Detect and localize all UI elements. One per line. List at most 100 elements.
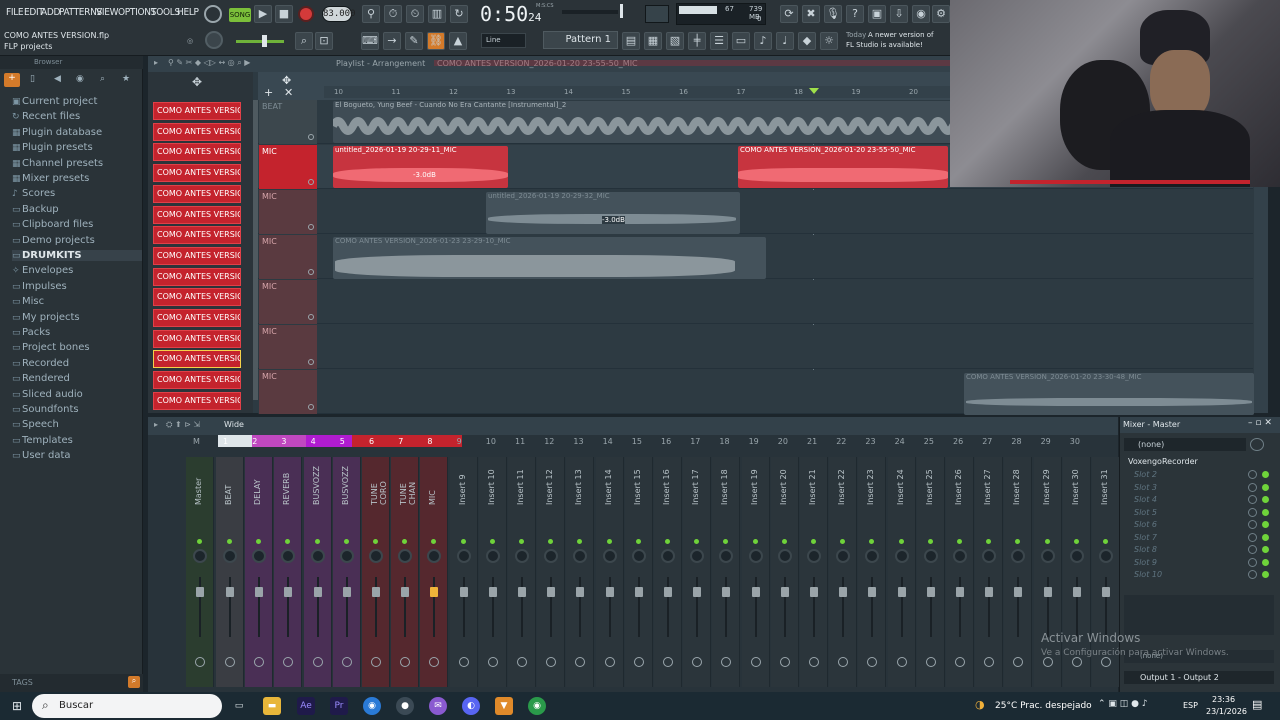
mixer-volume-fader[interactable] <box>810 587 818 597</box>
mixer-volume-fader[interactable] <box>634 587 643 597</box>
mixer-mute-led[interactable] <box>957 539 962 544</box>
mixer-pan-knob[interactable] <box>836 549 851 563</box>
pattern-clip-item[interactable]: COMO ANTES VERSION_20... <box>153 184 241 203</box>
mixer-strip[interactable]: Insert 9 <box>449 457 478 687</box>
settings-icon[interactable]: ⚙ <box>932 5 950 23</box>
mixer-volume-fader[interactable] <box>1072 587 1081 597</box>
zoom-icon[interactable]: ⌕ <box>295 32 313 50</box>
add-track-icon[interactable]: + <box>264 86 273 99</box>
track-mute-icon[interactable] <box>308 269 314 275</box>
effect-slot[interactable]: Slot 4 <box>1134 495 1157 504</box>
master-volume[interactable] <box>645 5 669 23</box>
fx-icon[interactable]: ✖ <box>802 5 820 23</box>
mixer-record-arm[interactable] <box>925 657 936 667</box>
browser-icon[interactable]: ☰ <box>710 32 728 50</box>
mixer-mute-led[interactable] <box>1103 539 1108 544</box>
mixer-pan-knob[interactable] <box>748 549 763 563</box>
mixer-strip[interactable]: DELAY <box>245 457 274 687</box>
playlist-track-lane[interactable] <box>258 190 1253 234</box>
pattern-select[interactable]: Pattern 1 <box>543 31 618 49</box>
mixer-record-arm[interactable] <box>575 657 586 667</box>
browser-item[interactable]: ▭Packs <box>12 327 50 338</box>
mixer-strip[interactable]: Insert 28 <box>1004 457 1033 687</box>
mixer-record-arm[interactable] <box>809 657 819 667</box>
mixer-record-arm[interactable] <box>1071 657 1082 667</box>
clip-mic-4[interactable]: COMO ANTES VERSION_2026-01-20 23-30-48_M… <box>964 373 1254 415</box>
tempo-tap-icon[interactable]: ♩ <box>776 32 794 50</box>
chrome-icon[interactable]: ◉ <box>363 697 381 715</box>
mixer-volume-fader[interactable] <box>342 587 351 597</box>
mixer-record-arm[interactable] <box>312 657 323 667</box>
mixer-record-arm[interactable] <box>663 657 673 667</box>
browser-item[interactable]: ▦Mixer presets <box>12 173 89 184</box>
mixer-record-arm[interactable] <box>400 657 411 667</box>
slot-mix-knob[interactable] <box>1248 495 1257 504</box>
mixer-mute-led[interactable] <box>460 539 466 544</box>
mixer-strip[interactable]: Insert 24 <box>887 457 916 687</box>
track-mute-icon[interactable] <box>308 314 314 320</box>
snap-icon[interactable]: ⊡ <box>315 32 333 50</box>
stamp-icon[interactable]: ▲ <box>449 32 467 50</box>
pitch-slider[interactable] <box>236 40 284 43</box>
effect-slot[interactable]: Slot 5 <box>1134 508 1157 517</box>
mixer-pan-knob[interactable] <box>456 549 471 563</box>
slot-enable-led[interactable] <box>1262 546 1269 553</box>
mixer-record-arm[interactable] <box>867 657 878 667</box>
browser-item[interactable]: ▭Soundfonts <box>12 404 79 415</box>
mixer-pan-knob[interactable] <box>602 549 617 563</box>
input-settings-icon[interactable] <box>1250 438 1264 451</box>
mixer-pan-knob[interactable] <box>661 549 675 563</box>
slot-mix-knob[interactable] <box>1248 532 1257 542</box>
mixer-mute-led[interactable] <box>548 539 554 544</box>
effect-slot[interactable]: Slot 7 <box>1134 533 1157 542</box>
track-header[interactable]: MIC <box>259 280 317 324</box>
chrome-alt-icon[interactable]: ◉ <box>528 697 546 715</box>
browser-item[interactable]: ✧ Envelopes <box>12 265 73 276</box>
mixer-volume-fader[interactable] <box>897 587 906 597</box>
browser-item[interactable]: ▭Backup <box>12 204 59 215</box>
mixer-pan-knob[interactable] <box>923 549 938 563</box>
mixer-strip[interactable]: TUNE CHAN <box>391 457 420 687</box>
stop-button[interactable]: ■ <box>275 5 293 23</box>
mixer-mute-led[interactable] <box>314 539 320 544</box>
mixer-pan-knob[interactable] <box>515 549 529 563</box>
mixer-volume-fader[interactable] <box>196 587 204 597</box>
clip-mic-1[interactable]: untitled_2026-01-19 20-29-11_MIC -3.0dB <box>333 146 508 188</box>
mixer-pan-knob[interactable] <box>427 549 442 563</box>
mixer-record-arm[interactable] <box>1042 657 1053 667</box>
mixer-volume-fader[interactable] <box>868 587 877 597</box>
mixer-strip[interactable]: BUSVOZZ <box>332 457 361 687</box>
browser-item[interactable]: ▣Current project <box>12 96 97 107</box>
mixer-icon[interactable]: ╪ <box>688 32 706 50</box>
mixer-volume-fader[interactable] <box>664 587 672 597</box>
mixer-pan-knob[interactable] <box>223 549 237 563</box>
browser-plugins-icon[interactable]: ◀ <box>54 74 61 84</box>
mixer-strip[interactable]: MIC <box>420 457 449 687</box>
mixer-pan-knob[interactable] <box>690 549 705 563</box>
slot-enable-led[interactable] <box>1262 533 1269 541</box>
mixer-record-arm[interactable] <box>692 657 703 667</box>
mixer-mute-led[interactable] <box>431 539 437 544</box>
mixer-strip[interactable]: TUNE CORO <box>362 457 390 687</box>
browser-item[interactable]: ▭Misc <box>12 296 44 307</box>
mixer-pan-knob[interactable] <box>1099 549 1113 563</box>
tray-icons[interactable]: ⌃ ▣ ◫ ● ♪ <box>1098 699 1148 709</box>
mixer-mute-led[interactable] <box>519 539 524 544</box>
mixer-volume-fader[interactable] <box>284 587 293 597</box>
mixer-options-icon[interactable]: ▸ <box>154 420 158 429</box>
tempo-display[interactable]: 83.000 <box>322 6 356 22</box>
help-icon[interactable]: ? <box>846 5 864 23</box>
refresh-icon[interactable]: ⟳ <box>780 5 798 23</box>
effect-slot[interactable]: Slot 3 <box>1134 483 1157 492</box>
clock-time[interactable]: 23:36 <box>1212 695 1235 704</box>
mixer-record-arm[interactable] <box>896 657 907 667</box>
save-icon[interactable]: ▣ <box>868 5 886 23</box>
mixer-record-arm[interactable] <box>546 657 557 667</box>
channel-rack-icon[interactable]: ▦ <box>644 32 662 50</box>
mixer-record-arm[interactable] <box>604 657 615 667</box>
slot-mix-knob[interactable] <box>1248 557 1257 567</box>
mixer-pan-knob[interactable] <box>631 549 646 563</box>
clip-mic-3[interactable]: COMO ANTES VERSION_2026-01-23 23-29-10_M… <box>333 237 766 279</box>
slot-enable-led[interactable] <box>1262 558 1269 566</box>
mixer-pan-knob[interactable] <box>894 549 909 563</box>
